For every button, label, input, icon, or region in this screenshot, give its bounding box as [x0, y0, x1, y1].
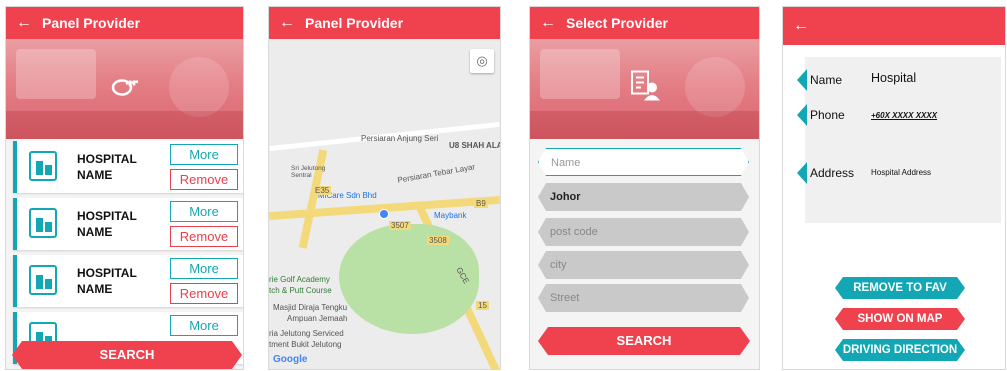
- page-title: Select Provider: [566, 15, 668, 31]
- current-location-marker: [379, 209, 389, 219]
- provider-card[interactable]: HOSPITAL NAME More Remove: [13, 255, 243, 307]
- more-button[interactable]: More: [170, 144, 238, 165]
- phone-value[interactable]: +60X XXXX XXXX: [871, 111, 937, 120]
- search-button[interactable]: SEARCH: [538, 327, 750, 355]
- map-label: Masjid Diraja Tengku: [273, 303, 348, 312]
- address-marker-icon: [797, 162, 807, 184]
- name-marker-icon: [797, 69, 807, 91]
- banner-decoration: [6, 111, 243, 139]
- hospital-icon: [29, 208, 57, 238]
- app-bar: ← Panel Provider: [269, 7, 500, 39]
- postcode-input[interactable]: post code: [538, 218, 749, 246]
- app-bar: ←: [783, 7, 1005, 45]
- name-label: Name: [810, 73, 843, 87]
- map-label: Sri Jelutong Sentral: [291, 165, 326, 179]
- back-arrow-icon[interactable]: ←: [783, 17, 819, 35]
- header-banner: [6, 39, 243, 139]
- banner-decoration: [16, 49, 96, 99]
- map-label: U8 SHAH ALAM: [449, 141, 500, 150]
- screen-panel-provider-map: ← Panel Provider Persiaran Anjung Seri U…: [269, 7, 500, 369]
- map-label: 15: [476, 301, 489, 310]
- map-label: Ampuan Jemaah: [287, 314, 348, 323]
- map-label: Maybank: [434, 211, 467, 220]
- more-button[interactable]: More: [170, 258, 238, 279]
- remove-from-favorites-button[interactable]: REMOVE TO FAV: [835, 277, 965, 299]
- hospital-name: HOSPITAL NAME: [77, 152, 137, 182]
- remove-button[interactable]: Remove: [170, 283, 238, 304]
- handshake-icon: [108, 72, 142, 107]
- search-button[interactable]: SEARCH: [12, 341, 242, 369]
- map-label: Persiaran Tebar Layar: [396, 162, 476, 185]
- name-input[interactable]: Name: [538, 148, 749, 176]
- more-button[interactable]: More: [170, 315, 238, 336]
- remove-button[interactable]: Remove: [170, 226, 238, 247]
- show-on-map-button[interactable]: SHOW ON MAP: [835, 308, 965, 330]
- hospital-icon: [29, 151, 57, 181]
- provider-card[interactable]: HOSPITAL NAME More Remove: [13, 141, 243, 193]
- app-bar: ← Panel Provider: [6, 7, 243, 39]
- doctor-clipboard-icon: [628, 70, 662, 109]
- hospital-name: HOSPITAL NAME: [77, 209, 137, 239]
- header-banner: [530, 39, 759, 139]
- map-label: ria Jelutong Serviced: [269, 329, 344, 338]
- page-title: Panel Provider: [42, 15, 141, 31]
- banner-decoration: [169, 57, 229, 117]
- hospital-name: HOSPITAL NAME: [77, 266, 137, 296]
- map-label: 3508: [427, 236, 449, 245]
- map-label: tment Bukit Jelutong: [269, 340, 342, 349]
- hospital-icon: [29, 265, 57, 295]
- map-label: B9: [474, 199, 488, 208]
- more-button[interactable]: More: [170, 201, 238, 222]
- map-label: tch & Putt Course: [269, 286, 332, 295]
- state-select[interactable]: Johor: [538, 183, 749, 211]
- driving-direction-button[interactable]: DRIVING DIRECTION: [835, 339, 965, 361]
- screen-provider-detail: ← Name Hospital Phone +60X XXXX XXXX Add…: [783, 7, 1005, 369]
- address-label: Address: [810, 166, 855, 180]
- name-value: Hospital: [871, 71, 917, 85]
- banner-decoration: [685, 57, 745, 117]
- banner-decoration: [530, 111, 759, 139]
- street-input[interactable]: Street: [538, 284, 749, 312]
- map-label: 3507: [389, 221, 411, 230]
- back-arrow-icon[interactable]: ←: [530, 14, 566, 32]
- screen-select-provider: ← Select Provider Name Johor post code c…: [530, 7, 759, 369]
- my-location-icon[interactable]: ◎: [470, 49, 494, 73]
- map-label: rie Golf Academy: [269, 275, 330, 284]
- map-view[interactable]: Persiaran Anjung Seri U8 SHAH ALAM Persi…: [269, 39, 500, 369]
- map-label: E35: [313, 186, 332, 195]
- map-label: Persiaran Anjung Seri: [361, 134, 439, 143]
- remove-button[interactable]: Remove: [170, 169, 238, 190]
- city-input[interactable]: city: [538, 251, 749, 279]
- phone-marker-icon: [797, 104, 807, 126]
- google-logo: Google: [273, 354, 308, 365]
- address-value: Hospital Address: [871, 168, 932, 177]
- provider-card[interactable]: HOSPITAL NAME More Remove: [13, 198, 243, 250]
- map-park: [339, 224, 479, 334]
- banner-decoration: [540, 49, 620, 99]
- back-arrow-icon[interactable]: ←: [6, 14, 42, 32]
- page-title: Panel Provider: [305, 15, 404, 31]
- phone-label: Phone: [810, 108, 845, 122]
- app-bar: ← Select Provider: [530, 7, 759, 39]
- screen-panel-provider-list: ← Panel Provider HOSPITAL NAME More Remo…: [6, 7, 243, 369]
- back-arrow-icon[interactable]: ←: [269, 14, 305, 32]
